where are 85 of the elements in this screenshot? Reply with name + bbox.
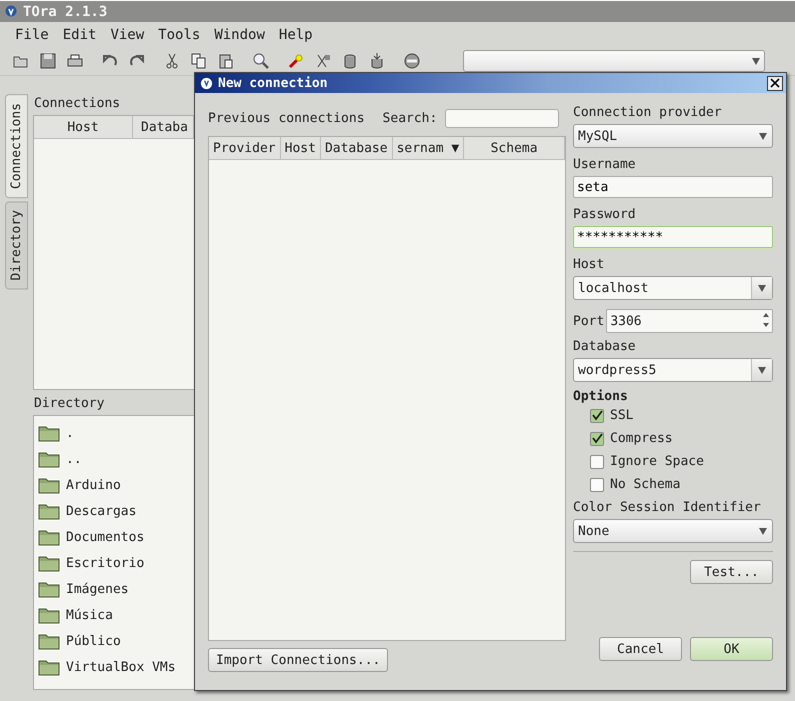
directory-item[interactable]: Público	[66, 634, 121, 648]
previous-connections-label: Previous connections	[208, 110, 365, 126]
app-logo-icon	[4, 4, 18, 18]
checkbox[interactable]	[590, 408, 604, 422]
import-connections-button[interactable]: Import Connections...	[208, 648, 388, 672]
directory-item[interactable]: .	[66, 426, 74, 440]
field-label: Port	[573, 314, 604, 328]
folder-icon	[38, 658, 60, 676]
dropdown-arrow-icon	[759, 132, 767, 140]
column-header[interactable]: Databa	[133, 116, 194, 138]
checkbox[interactable]	[590, 454, 604, 468]
field-label: Username	[573, 157, 637, 172]
dropdown-arrow-icon	[752, 58, 760, 64]
options-heading: Options	[573, 389, 629, 404]
dialog-button[interactable]: Cancel	[599, 637, 682, 661]
dialog-title: New connection	[218, 76, 329, 90]
window-title: TOra 2.1.3	[23, 4, 108, 20]
column-header[interactable]: Provider	[209, 137, 281, 159]
folder-icon	[38, 528, 60, 546]
dropdown-arrow-icon	[758, 284, 766, 292]
search-field[interactable]	[445, 108, 560, 128]
menu-item[interactable]: Help	[272, 26, 320, 42]
directory-item[interactable]: Imágenes	[66, 582, 129, 596]
magnifier-icon[interactable]	[252, 52, 270, 70]
folder-icon	[38, 424, 60, 442]
password-field[interactable]: ***********	[573, 226, 773, 248]
folder-icon	[38, 632, 60, 650]
side-tab[interactable]: Connections	[5, 94, 28, 198]
field-label: Password	[573, 207, 637, 222]
checkbox[interactable]	[590, 478, 604, 492]
directory-item[interactable]: Documentos	[66, 530, 144, 544]
stop-icon[interactable]	[403, 52, 421, 70]
panel-title: Directory	[33, 395, 106, 413]
folder-icon	[38, 554, 60, 572]
paste-icon[interactable]	[217, 52, 235, 70]
search-label: Search:	[382, 110, 438, 126]
folder-icon	[38, 580, 60, 598]
directory-item[interactable]: Descargas	[66, 504, 136, 518]
folder-icon	[38, 476, 60, 494]
spin-up-icon[interactable]	[763, 313, 769, 317]
checkbox-label: No Schema	[610, 477, 680, 492]
test-button[interactable]: Test...	[690, 560, 773, 584]
app-logo-icon	[200, 76, 213, 90]
column-header[interactable]: Host	[280, 137, 321, 159]
column-header[interactable]: Host	[34, 116, 133, 138]
database-combo-box[interactable]: wordpress5	[573, 358, 773, 382]
provider-dropdown[interactable]: MySQL	[573, 124, 773, 148]
copy-icon[interactable]	[190, 52, 208, 70]
host-combo-box[interactable]: localhost	[573, 276, 773, 300]
folder-icon	[38, 502, 60, 520]
field-label: Color Session Identifier	[573, 500, 762, 515]
checkbox-label: Ignore Space	[610, 454, 704, 469]
port-spinbox[interactable]: 3306	[606, 309, 773, 333]
menu-item[interactable]: View	[103, 26, 152, 42]
dialog-button[interactable]: OK	[690, 637, 773, 661]
close-button[interactable]	[767, 76, 783, 90]
field-label: Connection provider	[573, 105, 723, 120]
directory-item[interactable]: Arduino	[66, 478, 121, 492]
directory-item[interactable]: Música	[66, 608, 113, 622]
menu-item[interactable]: Edit	[56, 26, 104, 42]
plug-icon[interactable]	[287, 52, 305, 70]
menu-item[interactable]: Window	[207, 26, 272, 42]
checkbox[interactable]	[590, 432, 604, 446]
column-header[interactable]: Database	[320, 137, 393, 159]
panel-title: Connections	[33, 95, 122, 113]
checkbox-label: SSL	[610, 408, 634, 423]
directory-item[interactable]: VirtualBox VMs	[66, 660, 176, 674]
checkbox-label: Compress	[610, 431, 673, 446]
folder-icon	[38, 450, 60, 468]
dropdown-arrow-icon	[759, 528, 767, 534]
directory-item[interactable]: ..	[66, 452, 82, 466]
spin-down-icon[interactable]	[763, 323, 769, 327]
dropdown-arrow-icon	[758, 366, 766, 374]
column-header[interactable]: Schema	[464, 137, 565, 159]
color-session-dropdown[interactable]: None	[573, 519, 773, 543]
field-label: Database	[573, 339, 637, 354]
column-header[interactable]: sernam ▼	[392, 137, 464, 159]
save-icon[interactable]	[39, 52, 57, 70]
folder-icon	[38, 606, 60, 624]
menu-item[interactable]: Tools	[151, 26, 208, 42]
menu-item[interactable]: File	[8, 26, 56, 42]
field-label: Host	[573, 257, 606, 272]
directory-item[interactable]: Escritorio	[66, 556, 144, 570]
username-field[interactable]: seta	[573, 176, 773, 198]
side-tab[interactable]: Directory	[5, 201, 28, 290]
